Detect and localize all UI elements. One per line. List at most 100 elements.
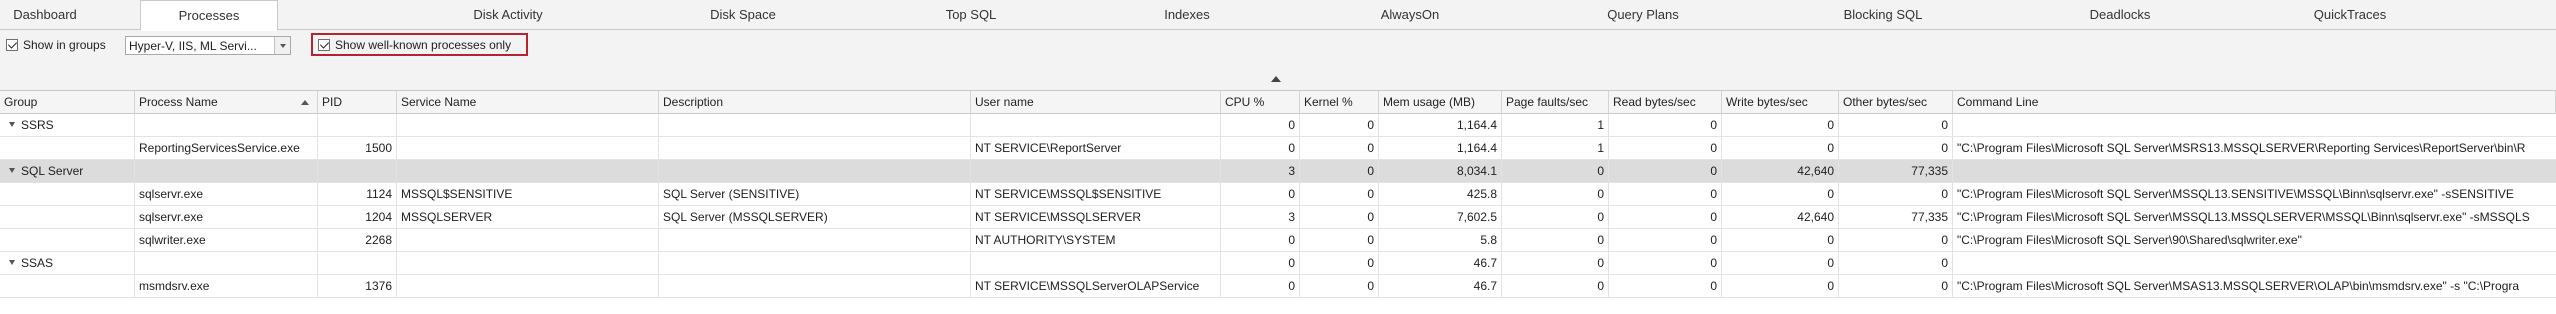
process-toolbar: Show in groups Hyper-V, IIS, ML Servi...…: [0, 30, 2556, 60]
group-label: SQL Server: [21, 164, 84, 178]
other-bytes-cell: 0: [1839, 252, 1953, 275]
column-header-user-name[interactable]: User name: [971, 91, 1221, 114]
page-faults-cell: 0: [1502, 183, 1609, 206]
group-cell: [0, 137, 135, 160]
tab-quicktraces[interactable]: QuickTraces: [2275, 0, 2425, 30]
write-bytes-cell: 0: [1722, 252, 1839, 275]
sort-ascending-icon: [301, 100, 309, 105]
read-bytes-cell: 0: [1609, 229, 1722, 252]
group-cell: [0, 229, 135, 252]
expand-arrow-icon[interactable]: [9, 168, 15, 173]
service-name-cell: [397, 275, 659, 298]
table-row[interactable]: sqlservr.exe 1124 MSSQL$SENSITIVE SQL Se…: [0, 183, 2556, 206]
table-row[interactable]: sqlservr.exe 1204 MSSQLSERVER SQL Server…: [0, 206, 2556, 229]
read-bytes-cell: 0: [1609, 137, 1722, 160]
expand-arrow-icon[interactable]: [9, 260, 15, 265]
page-faults-cell: 1: [1502, 137, 1609, 160]
column-header-page-faults[interactable]: Page faults/sec: [1502, 91, 1609, 114]
tab-top-sql[interactable]: Top SQL: [896, 0, 1046, 30]
user-name-cell: NT SERVICE\MSSQLServerOLAPService: [971, 275, 1221, 298]
column-header-other-bytes[interactable]: Other bytes/sec: [1839, 91, 1953, 114]
tab-disk-activity[interactable]: Disk Activity: [440, 0, 576, 30]
read-bytes-cell: 0: [1609, 252, 1722, 275]
command-line-cell: [1953, 160, 2556, 183]
tab-processes[interactable]: Processes: [140, 0, 278, 31]
table-row[interactable]: sqlwriter.exe 2268 NT AUTHORITY\SYSTEM 0…: [0, 229, 2556, 252]
group-label: SSRS: [21, 118, 54, 132]
group-cell: [0, 206, 135, 229]
group-name: SQL Server: [0, 160, 135, 183]
table-row[interactable]: msmdsrv.exe 1376 NT SERVICE\MSSQLServerO…: [0, 275, 2556, 298]
column-header-process-name-label: Process Name: [139, 95, 218, 109]
mem-cell: 1,164.4: [1379, 114, 1502, 137]
well-known-checkbox[interactable]: [318, 38, 330, 51]
column-header-kernel[interactable]: Kernel %: [1300, 91, 1379, 114]
column-header-write-bytes[interactable]: Write bytes/sec: [1722, 91, 1839, 114]
read-bytes-cell: 0: [1609, 114, 1722, 137]
other-bytes-cell: 0: [1839, 183, 1953, 206]
column-header-command-line[interactable]: Command Line: [1953, 91, 2556, 114]
table-row[interactable]: ReportingServicesService.exe 1500 NT SER…: [0, 137, 2556, 160]
show-in-groups-toggle[interactable]: Show in groups: [6, 30, 106, 60]
groups-dropdown[interactable]: Hyper-V, IIS, ML Servi...: [125, 36, 291, 55]
user-name-cell: NT SERVICE\MSSQL$SENSITIVE: [971, 183, 1221, 206]
pid-cell: 1376: [318, 275, 397, 298]
column-header-mem-usage[interactable]: Mem usage (MB): [1379, 91, 1502, 114]
mem-cell: 5.8: [1379, 229, 1502, 252]
write-bytes-cell: 0: [1722, 275, 1839, 298]
description-cell: [659, 229, 971, 252]
column-header-cpu[interactable]: CPU %: [1221, 91, 1300, 114]
group-label: SSAS: [21, 256, 54, 270]
service-name-cell: MSSQL$SENSITIVE: [397, 183, 659, 206]
chevron-down-icon[interactable]: [274, 37, 290, 54]
column-header-read-bytes[interactable]: Read bytes/sec: [1609, 91, 1722, 114]
cpu-cell: 0: [1221, 183, 1300, 206]
description-cell: [659, 137, 971, 160]
tab-alwayson[interactable]: AlwaysOn: [1335, 0, 1485, 30]
user-name-cell: [971, 160, 1221, 183]
column-header-group[interactable]: Group: [0, 91, 135, 114]
tab-deadlocks[interactable]: Deadlocks: [2045, 0, 2195, 30]
column-header-process-name[interactable]: Process Name: [135, 91, 318, 114]
group-name: SSAS: [0, 252, 135, 275]
process-name-cell: sqlservr.exe: [135, 206, 318, 229]
tab-dashboard[interactable]: Dashboard: [0, 0, 90, 30]
cpu-cell: 3: [1221, 160, 1300, 183]
tab-disk-space[interactable]: Disk Space: [668, 0, 818, 30]
kernel-cell: 0: [1300, 206, 1379, 229]
description-cell: SQL Server (MSSQLSERVER): [659, 206, 971, 229]
tab-indexes[interactable]: Indexes: [1112, 0, 1262, 30]
command-line-cell: [1953, 114, 2556, 137]
tab-query-plans[interactable]: Query Plans: [1568, 0, 1718, 30]
process-name-cell: [135, 252, 318, 275]
description-cell: [659, 114, 971, 137]
pid-cell: 2268: [318, 229, 397, 252]
service-name-cell: [397, 137, 659, 160]
pid-cell: 1124: [318, 183, 397, 206]
command-line-cell: "C:\Program Files\Microsoft SQL Server\M…: [1957, 279, 2520, 293]
pid-cell: 1500: [318, 137, 397, 160]
show-in-groups-checkbox[interactable]: [6, 39, 18, 51]
kernel-cell: 0: [1300, 275, 1379, 298]
write-bytes-cell: 0: [1722, 183, 1839, 206]
read-bytes-cell: 0: [1609, 206, 1722, 229]
user-name-cell: NT SERVICE\MSSQLSERVER: [971, 206, 1221, 229]
other-bytes-cell: 0: [1839, 229, 1953, 252]
service-name-cell: [397, 252, 659, 275]
column-header-description[interactable]: Description: [659, 91, 971, 114]
expand-arrow-icon[interactable]: [9, 122, 15, 127]
tab-bar: Dashboard Processes Disk Activity Disk S…: [0, 0, 2556, 31]
group-cell: [0, 183, 135, 206]
process-name-cell: sqlwriter.exe: [135, 229, 318, 252]
group-cell: [0, 275, 135, 298]
tab-blocking-sql[interactable]: Blocking SQL: [1808, 0, 1958, 30]
grid-header: Group Process Name PID Service Name Desc…: [0, 91, 2556, 114]
column-header-service-name[interactable]: Service Name: [397, 91, 659, 114]
group-row-sql-server[interactable]: SQL Server 3 0 8,034.1 0 0 42,640 77,335: [0, 160, 2556, 183]
well-known-processes-toggle[interactable]: Show well-known processes only: [311, 33, 528, 56]
column-header-pid[interactable]: PID: [318, 91, 397, 114]
group-row-ssrs[interactable]: SSRS 0 0 1,164.4 1 0 0 0: [0, 114, 2556, 137]
kernel-cell: 0: [1300, 114, 1379, 137]
collapse-toolbar-icon[interactable]: [1271, 76, 1281, 84]
group-row-ssas[interactable]: SSAS 0 0 46.7 0 0 0 0: [0, 252, 2556, 275]
